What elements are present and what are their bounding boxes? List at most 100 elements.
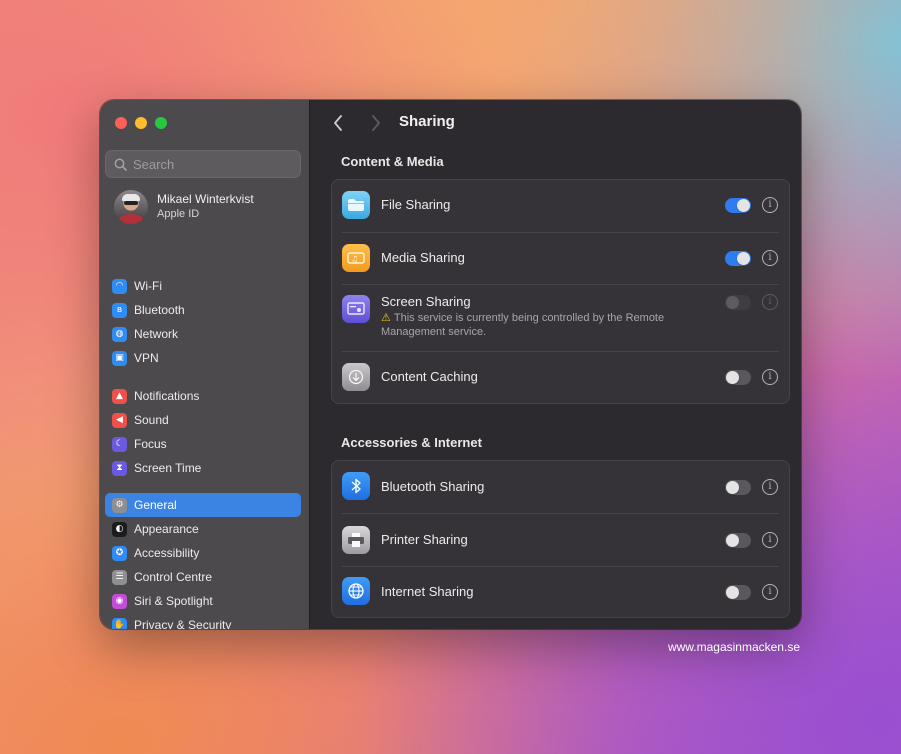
content-caching-toggle[interactable] [725,370,751,385]
sidebar-item-appearance[interactable]: ◐ Appearance [105,517,301,541]
vpn-icon: ▣ [112,350,127,366]
info-icon: i [762,294,778,310]
folder-icon [342,191,370,219]
row-label: Media Sharing [381,250,465,265]
internet-sharing-toggle[interactable] [725,585,751,600]
row-screen-sharing[interactable]: Screen Sharing ⚠ This service is currentl… [332,284,789,351]
hand-icon: ✋ [112,617,127,629]
sidebar-item-label: Focus [134,437,167,451]
sidebar-item-siri-spotlight[interactable]: ◉ Siri & Spotlight [105,589,301,613]
toolbar: Sharing [310,100,801,146]
download-icon [342,363,370,391]
row-bluetooth-sharing[interactable]: Bluetooth Sharing i [332,461,789,513]
hourglass-icon: ⧗ [112,460,127,476]
main-pane: Sharing Content & Media File Sharing i ♫… [310,100,801,629]
info-icon[interactable]: i [762,479,778,495]
zoom-window-button[interactable] [155,117,167,129]
siri-icon: ◉ [112,593,127,609]
sidebar-item-network[interactable]: ◍ Network [105,322,301,346]
globe-icon: ◍ [112,326,127,342]
sidebar-item-label: Accessibility [134,546,200,560]
media-icon: ♫ [342,244,370,272]
row-printer-sharing[interactable]: Printer Sharing i [332,513,789,566]
account-subtitle: Apple ID [157,208,200,220]
info-icon[interactable]: i [762,369,778,385]
back-chevron-icon[interactable] [332,114,344,132]
sidebar-group-system: ⚙ General ◐ Appearance ✪ Accessibility ☰ Contro… [105,493,301,629]
sidebar-item-label: Sound [134,413,169,427]
accessories-internet-group: Bluetooth Sharing i Printer Sharing i In… [331,460,790,618]
row-label: Content Caching [381,369,478,384]
warning-icon: ⚠ [381,311,391,324]
sidebar-item-general[interactable]: ⚙ General [105,493,301,517]
globe-icon [342,577,370,605]
info-icon[interactable]: i [762,197,778,213]
sidebar-item-label: Siri & Spotlight [134,594,213,608]
sidebar-item-vpn[interactable]: ▣ VPN [105,346,301,370]
sidebar-item-focus[interactable]: ☾ Focus [105,432,301,456]
info-icon[interactable]: i [762,584,778,600]
minimize-window-button[interactable] [135,117,147,129]
bluetooth-sharing-toggle[interactable] [725,480,751,495]
sidebar-item-label: Control Centre [134,570,213,584]
bluetooth-icon: ʙ [112,302,127,318]
sidebar-item-label: Appearance [134,522,199,536]
sidebar-item-label: Wi-Fi [134,279,162,293]
accessibility-icon: ✪ [112,545,127,561]
sidebar-item-screen-time[interactable]: ⧗ Screen Time [105,456,301,480]
sidebar-item-label: General [134,498,177,512]
gear-icon: ⚙ [112,497,127,513]
row-label: Screen Sharing [381,294,471,309]
row-label: File Sharing [381,197,451,212]
watermark: www.magasinmacken.se [667,640,800,654]
appearance-icon: ◐ [112,521,127,537]
row-label: Internet Sharing [381,584,474,599]
content-media-group: File Sharing i ♫ Media Sharing i Screen … [331,179,790,404]
row-media-sharing[interactable]: ♫ Media Sharing i [332,232,789,284]
sidebar-item-accessibility[interactable]: ✪ Accessibility [105,541,301,565]
media-sharing-toggle[interactable] [725,251,751,266]
settings-window: Mikael Winterkvist Apple ID ◠ Wi-Fi ʙ Bluet… [100,100,801,629]
bell-icon: ▲ [112,388,127,404]
sidebar-item-bluetooth[interactable]: ʙ Bluetooth [105,298,301,322]
sidebar-item-wi-fi[interactable]: ◠ Wi-Fi [105,274,301,298]
moon-icon: ☾ [112,436,127,452]
sidebar-item-sound[interactable]: ◀ Sound [105,408,301,432]
row-label: Bluetooth Sharing [381,479,485,494]
window-controls [115,117,167,129]
section-title-content-media: Content & Media [341,154,444,169]
sidebar-item-privacy-security[interactable]: ✋ Privacy & Security [105,613,301,629]
printer-icon [342,526,370,554]
search-input[interactable] [133,156,283,172]
sidebar-group-notifications: ▲ Notifications ◀ Sound ☾ Focus ⧗ Screen Time [105,384,301,480]
speaker-icon: ◀ [112,412,127,428]
sidebar-item-control-centre[interactable]: ☰ Control Centre [105,565,301,589]
section-title-accessories-internet: Accessories & Internet [341,435,482,450]
bluetooth-icon [342,472,370,500]
row-label: Printer Sharing [381,532,468,547]
sidebar-item-label: Privacy & Security [134,618,232,629]
info-icon[interactable]: i [762,250,778,266]
apple-id-account[interactable]: Mikael Winterkvist Apple ID [114,190,254,224]
screen-icon [342,295,370,323]
row-file-sharing[interactable]: File Sharing i [332,180,789,232]
sidebar-item-label: Screen Time [134,461,202,475]
svg-text:♫: ♫ [351,255,358,264]
page-title: Sharing [399,113,455,130]
sidebar-item-notifications[interactable]: ▲ Notifications [105,384,301,408]
screen-sharing-toggle [725,295,751,310]
row-content-caching[interactable]: Content Caching i [332,351,789,404]
warning-message: ⚠ This service is currently being control… [381,311,665,338]
avatar [114,190,148,224]
account-name: Mikael Winterkvist [157,192,254,206]
printer-sharing-toggle[interactable] [725,533,751,548]
row-internet-sharing[interactable]: Internet Sharing i [332,566,789,617]
info-icon[interactable]: i [762,532,778,548]
sidebar-item-label: VPN [134,351,159,365]
wifi-icon: ◠ [112,278,127,294]
search-field[interactable] [105,150,301,178]
sidebar-item-label: Notifications [134,389,200,403]
close-window-button[interactable] [115,117,127,129]
file-sharing-toggle[interactable] [725,198,751,213]
forward-chevron-icon[interactable] [370,114,382,132]
